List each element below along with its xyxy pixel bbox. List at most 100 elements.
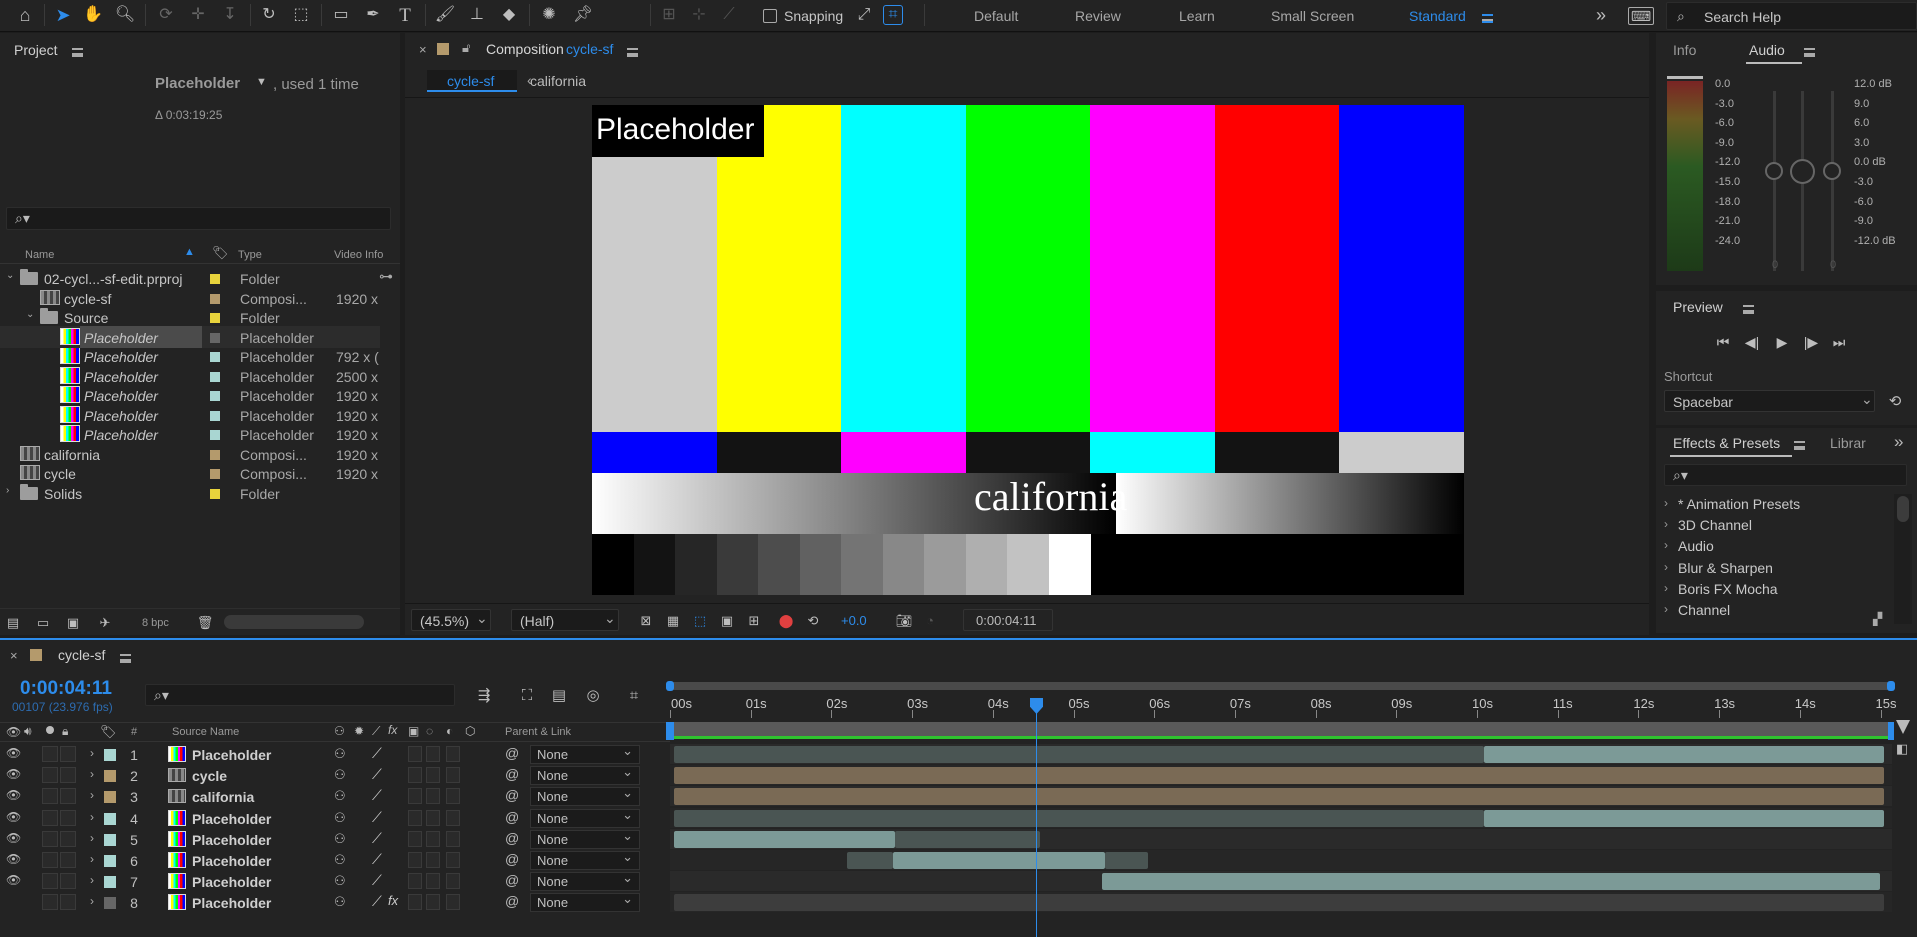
breadcrumb-california[interactable]: california xyxy=(530,73,586,89)
label-color[interactable] xyxy=(210,449,220,460)
frame-blend-switch[interactable] xyxy=(408,852,422,868)
layer-duration-bar[interactable] xyxy=(674,788,1884,806)
label-color[interactable] xyxy=(210,391,220,401)
expand-icon[interactable]: › xyxy=(90,767,94,781)
transparency-grid-icon[interactable]: ▦ xyxy=(664,611,682,629)
reset-exposure-icon[interactable]: ⟲ xyxy=(804,611,822,629)
layer-label-color[interactable] xyxy=(104,876,116,889)
new-preset-icon[interactable]: ▞ xyxy=(1873,612,1882,626)
pick-whip-icon[interactable]: @ xyxy=(505,787,519,803)
label-color[interactable] xyxy=(210,430,220,440)
layer-source-name[interactable]: Placeholder xyxy=(192,874,271,890)
last-frame-icon[interactable]: ⏭ xyxy=(1828,331,1850,353)
workspace-review[interactable]: Review xyxy=(1075,8,1121,24)
expand-icon[interactable]: › xyxy=(6,485,9,496)
shy-switch-icon[interactable]: ⚇ xyxy=(334,767,346,783)
expand-icon[interactable]: › xyxy=(90,746,94,760)
expand-icon[interactable]: › xyxy=(1664,538,1668,552)
expand-icon[interactable]: › xyxy=(1664,581,1668,595)
motion-blur-switch[interactable] xyxy=(426,894,440,911)
effects-category[interactable]: Boris FX Mocha xyxy=(1678,581,1778,597)
shy-switch-icon[interactable]: ⚇ xyxy=(334,746,346,762)
adjustment-layer-icon[interactable]: ◐ xyxy=(446,724,453,738)
label-color[interactable] xyxy=(210,352,220,362)
shy-switch-icon[interactable]: ⚇ xyxy=(334,831,346,847)
frame-blend-switch[interactable] xyxy=(408,746,422,762)
preview-tab[interactable]: Preview xyxy=(1673,299,1723,315)
new-composition-icon[interactable]: ▣ xyxy=(64,613,82,631)
audio-menu-icon[interactable] xyxy=(1804,45,1815,60)
dolly-camera-icon[interactable]: ↧ xyxy=(219,4,241,26)
layer-row[interactable]: 👁︎ › 5 Placeholder ⚇ ⟋ @ None xyxy=(0,828,670,850)
effects-category[interactable]: Audio xyxy=(1678,538,1714,554)
current-timecode[interactable]: 0:00:04:11 xyxy=(20,678,112,700)
parent-select[interactable]: None xyxy=(530,849,640,870)
master-knob[interactable] xyxy=(1790,159,1815,184)
scrollbar-thumb[interactable] xyxy=(1897,496,1909,522)
flowchart-icon[interactable]: ⊶ xyxy=(379,268,393,285)
layer-source-name[interactable]: california xyxy=(192,789,254,805)
solo-switch[interactable] xyxy=(42,809,58,826)
source-name-column-header[interactable]: Source Name xyxy=(172,726,239,738)
effects-menu-icon[interactable] xyxy=(1794,438,1805,453)
adjustment-switch[interactable] xyxy=(446,788,460,805)
adjustment-switch[interactable] xyxy=(446,873,460,890)
right-channel-knob[interactable] xyxy=(1823,162,1841,180)
selected-item-dropdown-icon[interactable]: ▼ xyxy=(256,76,267,88)
solo-switch[interactable] xyxy=(42,852,58,868)
workspace-standard[interactable]: Standard xyxy=(1409,8,1466,24)
layer-duration-bar[interactable] xyxy=(893,852,1105,869)
workspace-menu-icon[interactable] xyxy=(1482,11,1493,26)
lock-switch[interactable] xyxy=(60,788,76,805)
new-folder-icon[interactable]: ▭ xyxy=(34,613,52,631)
draft-3d-icon[interactable]: ⛶ xyxy=(516,684,538,706)
effects-category[interactable]: * Animation Presets xyxy=(1678,496,1800,512)
shortcut-select[interactable]: Spacebar ⌄ xyxy=(1664,390,1875,412)
motion-blur-switch[interactable] xyxy=(426,788,440,805)
effect-icon[interactable]: fx xyxy=(388,723,397,737)
shy-switch-icon[interactable]: ⚇ xyxy=(334,788,346,804)
lock-icon[interactable]: 🔒︎ xyxy=(62,724,68,739)
pick-whip-icon[interactable]: @ xyxy=(505,851,519,867)
layer-duration-bar[interactable] xyxy=(674,894,1884,912)
expand-icon[interactable]: › xyxy=(90,831,94,845)
name-column-header[interactable]: Name xyxy=(25,249,54,261)
resolution-select[interactable]: (Half) ⌄ xyxy=(511,609,619,631)
solo-switch[interactable] xyxy=(42,767,58,784)
region-of-interest-icon[interactable]: ▣ xyxy=(718,611,736,629)
comp-tab-prefix[interactable]: Composition xyxy=(486,41,564,57)
motion-blur-switch[interactable] xyxy=(426,767,440,784)
shy-switch-icon[interactable]: ⚇ xyxy=(334,894,346,910)
eye-icon[interactable]: 👁︎ xyxy=(6,810,21,824)
breadcrumb-cycle-sf[interactable]: cycle-sf ‹ xyxy=(427,70,532,92)
next-frame-icon[interactable]: |▶ xyxy=(1800,331,1822,353)
close-tab-icon[interactable]: × xyxy=(10,648,18,663)
layer-source-name[interactable]: Placeholder xyxy=(192,811,271,827)
expand-icon[interactable]: › xyxy=(1664,517,1668,531)
layer-label-color[interactable] xyxy=(104,770,116,783)
playhead-handle[interactable] xyxy=(1030,698,1043,714)
frame-blend-switch[interactable] xyxy=(408,809,422,826)
expand-icon[interactable]: › xyxy=(1664,496,1668,510)
work-area-end-handle[interactable] xyxy=(1888,722,1894,740)
quality-switch-icon[interactable]: ⟋ xyxy=(372,893,382,910)
timeline-search-input[interactable]: ⌕▾ xyxy=(145,684,455,706)
zoom-tool-icon[interactable]: 🔍︎ xyxy=(114,4,136,26)
effects-category[interactable]: Channel xyxy=(1678,602,1730,618)
label-color[interactable] xyxy=(210,469,220,479)
mask-visibility-icon[interactable]: ⬚ xyxy=(691,611,709,629)
search-help-field[interactable]: ⌕ Search Help xyxy=(1666,2,1917,30)
solo-switch[interactable] xyxy=(42,894,58,911)
expand-icon[interactable]: › xyxy=(90,873,94,887)
left-channel-knob[interactable] xyxy=(1765,162,1783,180)
rotation-tool-icon[interactable]: ↻ xyxy=(258,4,280,26)
quality-switch-icon[interactable]: ⟋ xyxy=(372,872,382,889)
magnification-select[interactable]: (45.5%) ⌄ xyxy=(411,609,491,631)
solo-switch[interactable] xyxy=(42,873,58,890)
pick-whip-icon[interactable]: @ xyxy=(505,830,519,846)
parent-select[interactable]: None xyxy=(530,891,640,913)
orbit-camera-icon[interactable]: ⟳ xyxy=(155,4,177,26)
pick-whip-icon[interactable]: @ xyxy=(505,766,519,782)
shy-switch-icon[interactable]: ⚇ xyxy=(334,873,346,889)
layer-duration-bar[interactable] xyxy=(847,852,893,869)
